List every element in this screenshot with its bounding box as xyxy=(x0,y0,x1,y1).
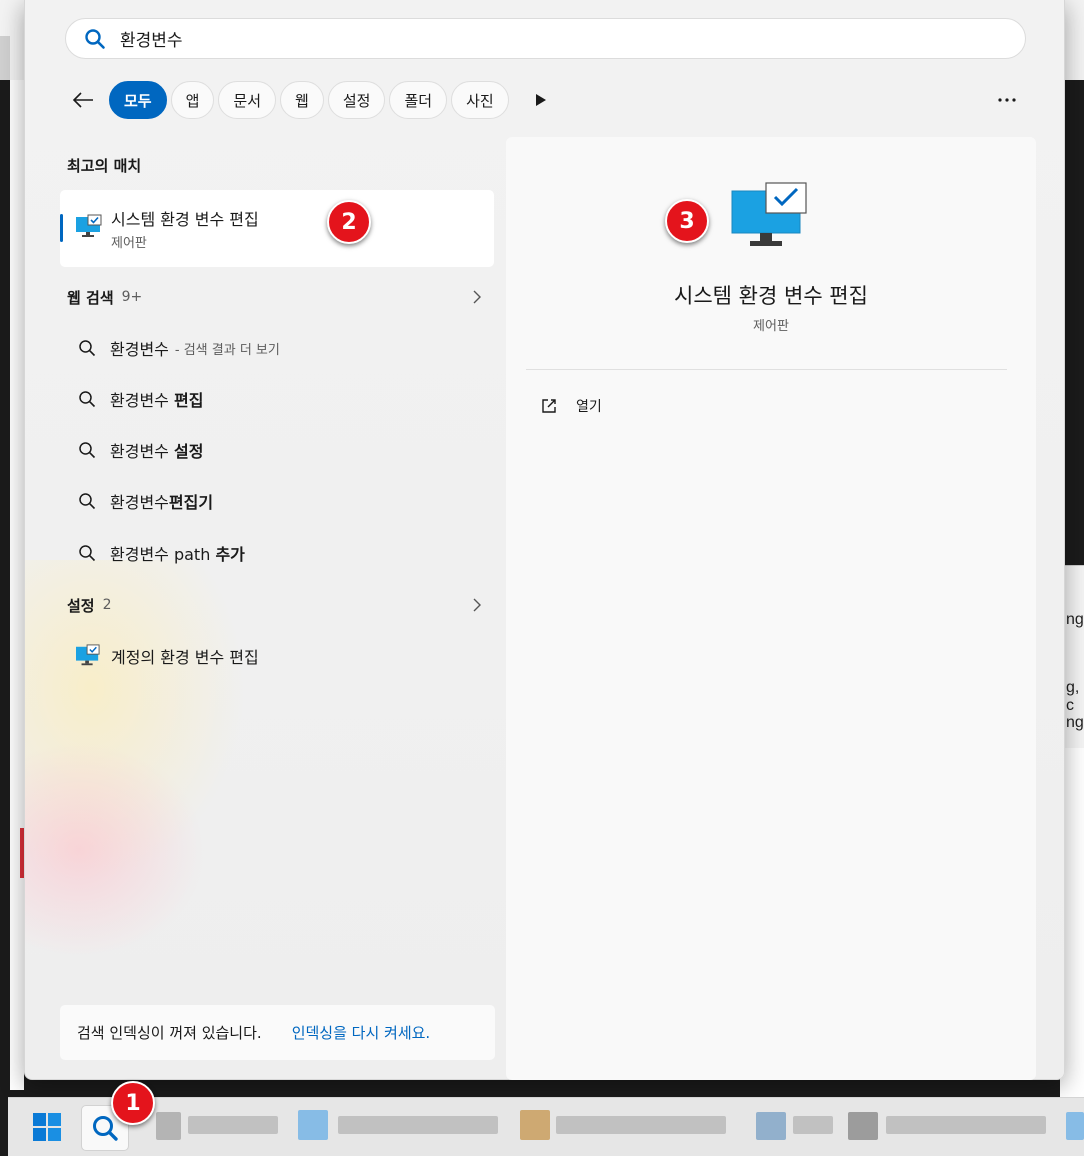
background-left-strip xyxy=(10,80,24,1090)
settings-item[interactable]: 계정의 환경 변수 편집 xyxy=(60,633,494,679)
open-button[interactable]: 열기 xyxy=(526,387,1007,425)
web-search-text: 환경변수 편집 xyxy=(110,387,203,411)
blurred-taskbar-app[interactable] xyxy=(756,1112,786,1140)
web-search-item[interactable]: 환경변수 설정 xyxy=(60,427,494,473)
blurred-taskbar-label xyxy=(556,1116,726,1134)
open-external-icon xyxy=(542,399,556,413)
best-match-result[interactable]: 시스템 환경 변수 편집 제어판 xyxy=(60,190,494,267)
web-search-text: 환경변수편집기 xyxy=(110,489,213,513)
web-search-text: 환경변수 path 추가 xyxy=(110,541,245,565)
detail-subtitle: 제어판 xyxy=(753,319,789,334)
search-icon xyxy=(79,545,96,562)
web-search-heading: 웹 검색 xyxy=(67,288,114,307)
more-filters-button[interactable] xyxy=(523,82,559,118)
blurred-taskbar-label xyxy=(886,1116,1046,1134)
chevron-right-icon xyxy=(473,598,481,612)
filter-chip-apps[interactable]: 앱 xyxy=(170,81,215,119)
search-box[interactable] xyxy=(65,18,1026,59)
web-search-hint: - 검색 결과 더 보기 xyxy=(174,342,280,358)
blurred-taskbar-app[interactable] xyxy=(156,1112,181,1140)
web-search-item[interactable]: 환경변수 - 검색 결과 더 보기 xyxy=(60,325,494,371)
divider xyxy=(526,369,1007,370)
blurred-taskbar-app[interactable] xyxy=(298,1110,328,1140)
settings-count: 2 xyxy=(102,597,112,613)
blurred-taskbar-label xyxy=(188,1116,278,1134)
arrow-left-icon xyxy=(72,92,93,108)
background-text: g, c xyxy=(1066,679,1080,714)
filter-chip-photos[interactable]: 사진 xyxy=(451,81,509,119)
system-monitor-icon xyxy=(731,182,807,246)
best-match-heading: 최고의 매치 xyxy=(67,157,142,175)
system-monitor-icon xyxy=(76,644,100,666)
suggestion-text: 편집기 xyxy=(168,493,214,512)
filter-chip-documents[interactable]: 문서 xyxy=(218,81,277,119)
chevron-right-icon xyxy=(473,290,481,304)
detail-pane: 시스템 환경 변수 편집 제어판 열기 xyxy=(506,137,1036,1080)
query-text: 환경변수 xyxy=(110,493,169,512)
blurred-taskbar-label xyxy=(793,1116,833,1134)
filter-bar: 모두 앱 문서 웹 설정 폴더 사진 xyxy=(65,80,1025,120)
web-search-count: 9+ xyxy=(121,289,143,305)
settings-heading: 설정 xyxy=(67,596,95,615)
blurred-taskbar-label xyxy=(338,1116,498,1134)
suggestion-text: 설정 xyxy=(173,442,204,461)
start-button[interactable] xyxy=(32,1112,62,1142)
ellipsis-icon xyxy=(998,98,1016,102)
background-text: ng xyxy=(1066,611,1084,628)
query-text: 환경변수 path xyxy=(110,545,216,564)
search-icon xyxy=(85,28,105,49)
suggestion-text: 추가 xyxy=(215,545,245,564)
background-text: ng xyxy=(1066,714,1084,731)
selection-indicator xyxy=(60,214,63,242)
more-options-button[interactable] xyxy=(989,82,1025,118)
search-icon xyxy=(79,340,96,357)
detail-title: 시스템 환경 변수 편집 xyxy=(674,284,868,308)
query-text: 환경변수 xyxy=(110,391,174,410)
step-badge-1: 1 xyxy=(111,1081,155,1125)
web-search-item[interactable]: 환경변수 path 추가 xyxy=(60,530,494,576)
blurred-taskbar-app[interactable] xyxy=(1066,1112,1084,1140)
search-icon xyxy=(93,1116,118,1141)
web-search-group[interactable]: 웹 검색 9+ xyxy=(60,282,494,312)
search-icon xyxy=(79,391,96,408)
query-text: 환경변수 xyxy=(110,340,169,359)
search-input[interactable] xyxy=(120,28,920,49)
decorative-glow xyxy=(25,740,205,960)
filter-chip-folders[interactable]: 폴더 xyxy=(389,81,448,119)
web-search-item[interactable]: 환경변수편집기 xyxy=(60,478,494,524)
result-subtitle: 제어판 xyxy=(111,236,147,251)
step-badge-3: 3 xyxy=(665,199,709,243)
indexing-notice: 검색 인덱싱이 꺼져 있습니다. 인덱싱을 다시 켜세요. xyxy=(60,1005,495,1060)
step-badge-2: 2 xyxy=(327,200,371,244)
settings-item-label: 계정의 환경 변수 편집 xyxy=(111,648,259,667)
web-search-text: 환경변수 설정 xyxy=(110,438,203,462)
background-edge xyxy=(0,36,10,80)
back-button[interactable] xyxy=(65,82,101,118)
web-search-text: 환경변수 xyxy=(110,336,169,360)
filter-chip-settings[interactable]: 설정 xyxy=(327,81,386,119)
windows-logo-icon xyxy=(33,1113,61,1141)
filter-chip-web[interactable]: 웹 xyxy=(280,81,324,119)
blurred-taskbar-app[interactable] xyxy=(520,1110,550,1140)
enable-indexing-link[interactable]: 인덱싱을 다시 켜세요. xyxy=(292,1022,431,1043)
suggestion-text: 편집 xyxy=(173,391,204,410)
search-icon xyxy=(79,442,96,459)
blurred-taskbar-app[interactable] xyxy=(848,1112,878,1140)
play-icon xyxy=(535,94,546,106)
web-search-item[interactable]: 환경변수 편집 xyxy=(60,376,494,422)
query-text: 환경변수 xyxy=(110,442,174,461)
system-monitor-icon xyxy=(76,214,102,237)
settings-group[interactable]: 설정 2 xyxy=(60,590,494,620)
indexing-message: 검색 인덱싱이 꺼져 있습니다. xyxy=(77,1024,262,1042)
result-title: 시스템 환경 변수 편집 xyxy=(111,210,259,229)
search-icon xyxy=(79,493,96,510)
taskbar xyxy=(8,1097,1084,1156)
search-panel: 모두 앱 문서 웹 설정 폴더 사진 최고의 매치 시스템 환경 변수 편집 제… xyxy=(24,0,1065,1080)
filter-chip-all[interactable]: 모두 xyxy=(109,81,167,119)
open-label: 열기 xyxy=(576,399,602,415)
